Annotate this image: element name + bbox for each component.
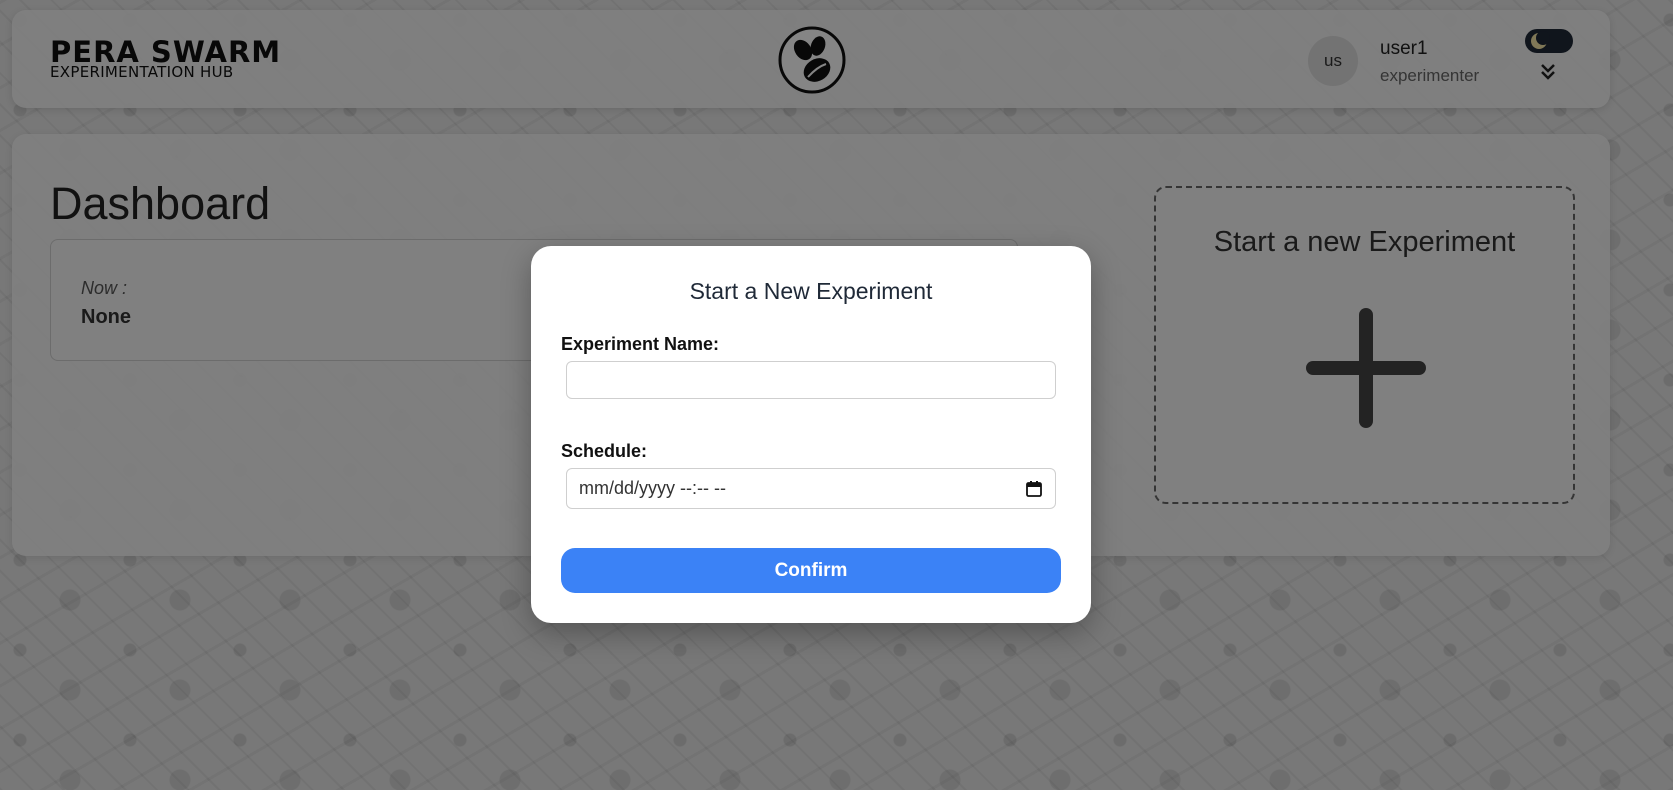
new-experiment-modal: Start a New Experiment Experiment Name: … <box>531 246 1091 623</box>
calendar-icon[interactable] <box>1025 480 1043 498</box>
modal-title: Start a New Experiment <box>689 278 933 304</box>
confirm-button[interactable]: Confirm <box>561 548 1061 593</box>
schedule-label: Schedule: <box>561 441 648 461</box>
schedule-placeholder: mm/dd/yyyy --:-- -- <box>579 478 726 498</box>
schedule-input[interactable]: mm/dd/yyyy --:-- -- <box>566 468 1056 509</box>
experiment-name-input[interactable] <box>566 361 1056 399</box>
experiment-name-label: Experiment Name: <box>561 334 720 354</box>
